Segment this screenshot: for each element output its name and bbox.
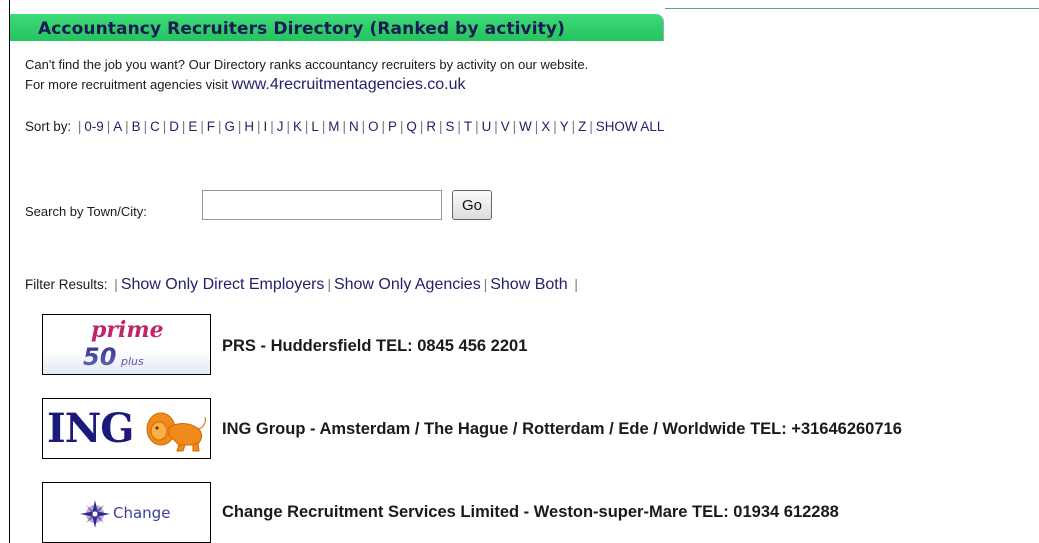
- separator: |: [494, 119, 498, 134]
- separator: |: [114, 277, 118, 292]
- left-border: [9, 0, 10, 543]
- separator: |: [571, 119, 576, 134]
- sort-option-g[interactable]: G: [224, 119, 234, 134]
- recruiter-entry[interactable]: ING Group - Amsterdam / The Hague / Rott…: [222, 420, 902, 439]
- agencies-site-link[interactable]: www.4recruitmentagencies.co.uk: [232, 76, 466, 93]
- sort-option-h[interactable]: H: [244, 119, 254, 134]
- ing-logo-word: ING: [47, 405, 134, 452]
- separator: |: [512, 119, 517, 134]
- separator: |: [399, 119, 404, 134]
- sort-option-0-9[interactable]: 0-9: [84, 119, 103, 134]
- sort-option-s[interactable]: S: [445, 119, 454, 134]
- separator: |: [125, 119, 129, 134]
- intro-text: Can't find the job you want? Our Directo…: [25, 57, 589, 72]
- sort-option-j[interactable]: J: [277, 119, 284, 134]
- separator: |: [237, 119, 242, 134]
- sort-option-m[interactable]: M: [328, 119, 339, 134]
- separator: |: [457, 119, 461, 134]
- logo-gradient: [43, 351, 210, 374]
- prs-logo[interactable]: prime 50 plus: [42, 314, 211, 375]
- sort-option-k[interactable]: K: [293, 119, 302, 134]
- separator: |: [439, 119, 443, 134]
- filter-option-show-only-agencies[interactable]: Show Only Agencies: [334, 276, 481, 293]
- compass-star-icon: [80, 500, 110, 528]
- separator: |: [257, 119, 261, 134]
- search-label: Search by Town/City:: [25, 204, 147, 219]
- sort-option-c[interactable]: C: [150, 119, 160, 134]
- prime-logo-word: prime: [91, 317, 164, 343]
- filter-option-show-only-direct-employers[interactable]: Show Only Direct Employers: [121, 276, 325, 293]
- intro-more-agencies: For more recruitment agencies visit www.…: [25, 76, 466, 94]
- recruiter-entry[interactable]: Change Recruitment Services Limited - We…: [222, 503, 839, 522]
- sort-option-o[interactable]: O: [368, 119, 378, 134]
- sort-option-n[interactable]: N: [349, 119, 359, 134]
- separator: |: [143, 119, 148, 134]
- sort-option-r[interactable]: R: [426, 119, 436, 134]
- separator: |: [217, 119, 222, 134]
- sort-option-f[interactable]: F: [207, 119, 215, 134]
- separator: |: [181, 119, 186, 134]
- separator: |: [381, 119, 385, 134]
- sort-option-y[interactable]: Y: [560, 119, 569, 134]
- sort-option-x[interactable]: X: [541, 119, 550, 134]
- sort-option-b[interactable]: B: [132, 119, 141, 134]
- ing-logo[interactable]: ING: [42, 398, 211, 459]
- sort-option-p[interactable]: P: [388, 119, 397, 134]
- filter-bar: Filter Results: | Show Only Direct Employ…: [25, 276, 581, 294]
- go-button[interactable]: Go: [452, 190, 492, 220]
- separator: |: [361, 119, 366, 134]
- sort-option-w[interactable]: W: [519, 119, 532, 134]
- recruiter-entry[interactable]: PRS - Huddersfield TEL: 0845 456 2201: [222, 337, 527, 356]
- separator: |: [419, 119, 424, 134]
- sort-option-show-all[interactable]: SHOW ALL: [596, 119, 664, 134]
- sort-option-q[interactable]: Q: [406, 119, 416, 134]
- sort-option-e[interactable]: E: [188, 119, 197, 134]
- separator: |: [534, 119, 539, 134]
- separator: |: [286, 119, 290, 134]
- separator: |: [553, 119, 557, 134]
- separator: |: [162, 119, 167, 134]
- separator: |: [483, 277, 488, 292]
- separator: |: [270, 119, 274, 134]
- sort-option-d[interactable]: D: [169, 119, 179, 134]
- separator: |: [342, 119, 346, 134]
- sort-option-i[interactable]: I: [264, 119, 268, 134]
- separator: |: [570, 277, 578, 292]
- sort-option-t[interactable]: T: [464, 119, 472, 134]
- filter-label: Filter Results:: [25, 277, 108, 292]
- separator: |: [304, 119, 309, 134]
- intro-prefix: For more recruitment agencies visit: [25, 77, 229, 92]
- sort-option-l[interactable]: L: [311, 119, 318, 134]
- sort-option-z[interactable]: Z: [578, 119, 586, 134]
- sort-option-u[interactable]: U: [482, 119, 492, 134]
- separator: |: [77, 119, 82, 134]
- change-logo-word: Change: [113, 504, 171, 522]
- separator: |: [200, 119, 204, 134]
- separator: |: [589, 119, 593, 134]
- sort-option-a[interactable]: A: [113, 119, 122, 134]
- separator: |: [321, 119, 326, 134]
- separator: |: [106, 119, 111, 134]
- filter-option-show-both[interactable]: Show Both: [490, 276, 567, 293]
- separator: |: [327, 277, 331, 292]
- lion-icon: [146, 412, 206, 452]
- change-logo[interactable]: Change: [42, 482, 211, 543]
- separator: |: [475, 119, 479, 134]
- top-border: [665, 8, 1039, 9]
- page-title: Accountancy Recruiters Directory (Ranked…: [38, 19, 565, 39]
- sort-label: Sort by:: [25, 119, 72, 134]
- sort-option-v[interactable]: V: [501, 119, 510, 134]
- sort-bar: Sort by: | 0-9 | A | B | C | D | E | F | G | H | I | J | K | L | M |…: [25, 119, 664, 134]
- town-city-search-input[interactable]: [202, 190, 442, 220]
